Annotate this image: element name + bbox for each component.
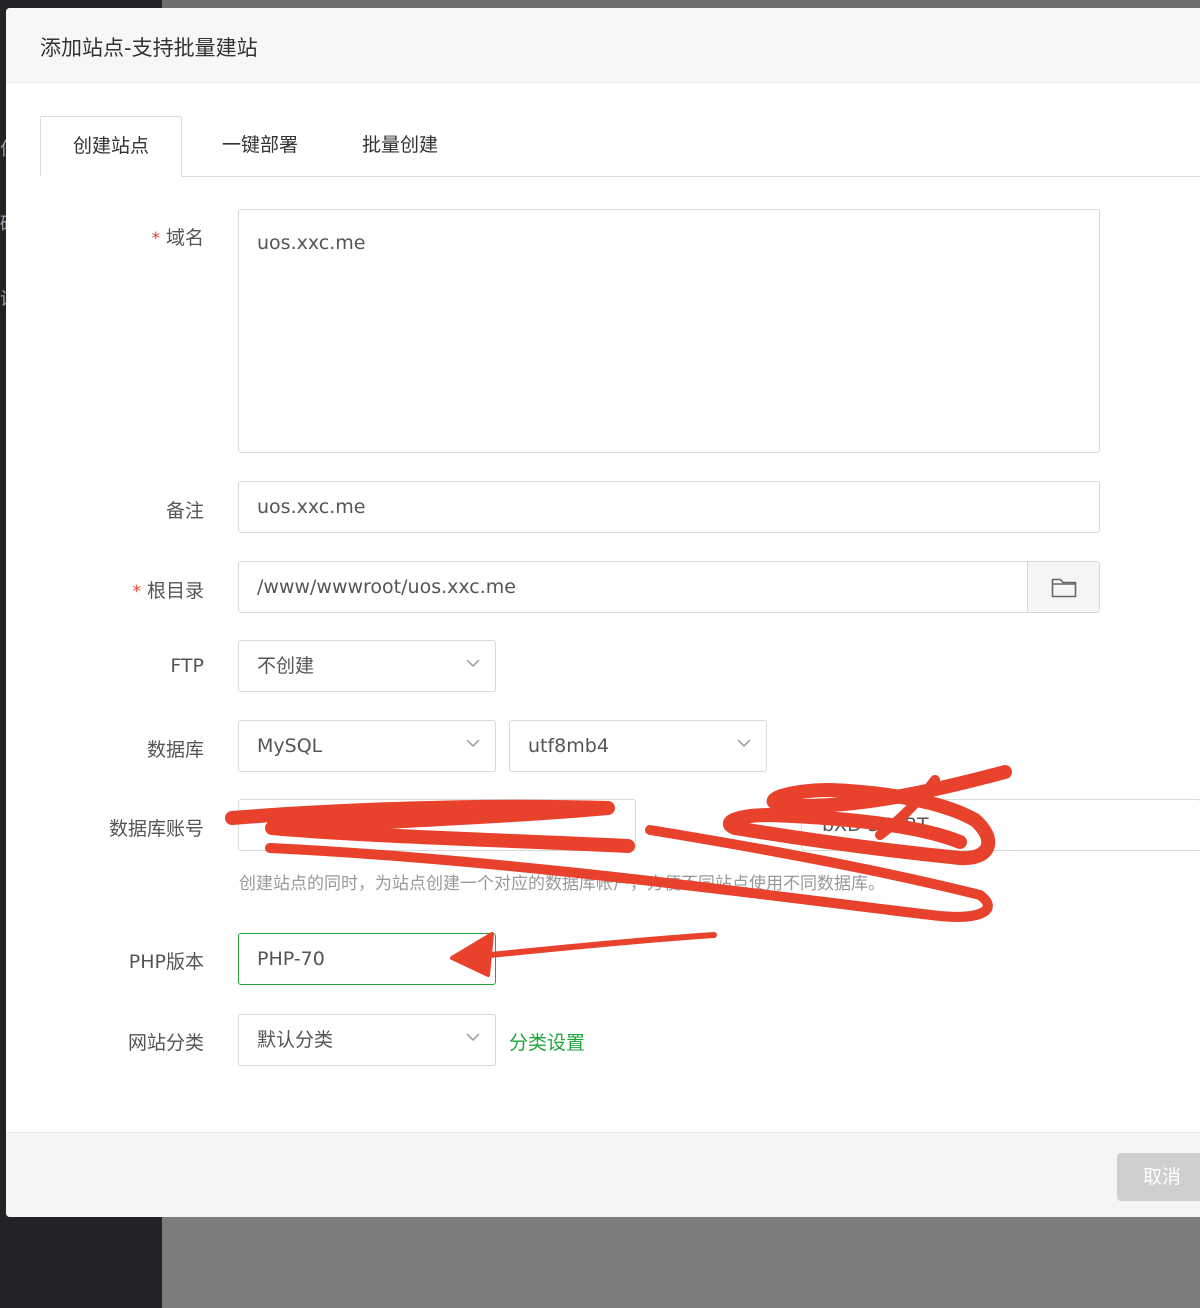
database-charset-value: utf8mb4	[528, 735, 609, 757]
tab-create-site[interactable]: 创建站点	[40, 116, 182, 177]
ftp-select-value: 不创建	[257, 655, 315, 677]
php-version-label: PHP版本	[128, 951, 204, 973]
domain-label: * 域名	[24, 223, 204, 250]
database-type-value: MySQL	[257, 735, 323, 757]
database-charset-select[interactable]: utf8mb4	[509, 720, 767, 772]
site-category-select[interactable]: 默认分类	[238, 1014, 496, 1066]
root-path-input[interactable]: /www/wwwroot/uos.xxc.me	[238, 561, 1028, 613]
root-label: * 根目录	[24, 576, 204, 603]
ftp-label: FTP	[170, 655, 204, 677]
db-account-hint: 创建站点的同时，为站点创建一个对应的数据库帐户，方便不同站点使用不同数据库。	[239, 874, 885, 894]
dialog-footer: 取消	[6, 1132, 1200, 1217]
chevron-down-icon	[466, 1033, 480, 1042]
required-mark: *	[132, 582, 141, 602]
chevron-down-icon	[737, 739, 751, 748]
remark-input[interactable]: uos.xxc.me	[238, 481, 1100, 533]
database-label: 数据库	[146, 739, 204, 761]
db-account-label: 数据库账号	[108, 818, 204, 840]
folder-icon	[1051, 578, 1077, 598]
dialog-header: 添加站点-支持批量建站	[6, 8, 1200, 83]
browse-folder-button[interactable]	[1027, 561, 1100, 613]
site-category-label: 网站分类	[127, 1032, 204, 1054]
category-settings-link[interactable]: 分类设置	[509, 1028, 585, 1055]
db-password-input[interactable]: bXD 359BT	[801, 799, 1200, 851]
background-overlay	[162, 0, 1200, 8]
tab-bar: 创建站点 一键部署 批量创建	[40, 116, 1200, 177]
cancel-button[interactable]: 取消	[1117, 1153, 1200, 1201]
ftp-select[interactable]: 不创建	[238, 640, 496, 692]
tab-one-click-deploy[interactable]: 一键部署	[200, 116, 320, 174]
php-version-select[interactable]: PHP-70	[238, 933, 496, 985]
db-username-input[interactable]	[238, 799, 636, 851]
domain-textarea[interactable]: uos.xxc.me	[238, 209, 1100, 453]
chevron-down-icon	[466, 659, 480, 668]
root-label-text: 根目录	[146, 580, 204, 602]
add-site-dialog: 添加站点-支持批量建站 创建站点 一键部署 批量创建 * 域名 uos.xxc.m…	[6, 8, 1200, 1217]
site-category-value: 默认分类	[257, 1029, 334, 1051]
dialog-title: 添加站点-支持批量建站	[40, 36, 258, 60]
tab-batch-create[interactable]: 批量创建	[340, 116, 460, 174]
required-mark: *	[151, 229, 160, 249]
database-type-select[interactable]: MySQL	[238, 720, 496, 772]
chevron-down-icon	[466, 739, 480, 748]
remark-label: 备注	[165, 500, 204, 522]
domain-label-text: 域名	[165, 227, 204, 249]
